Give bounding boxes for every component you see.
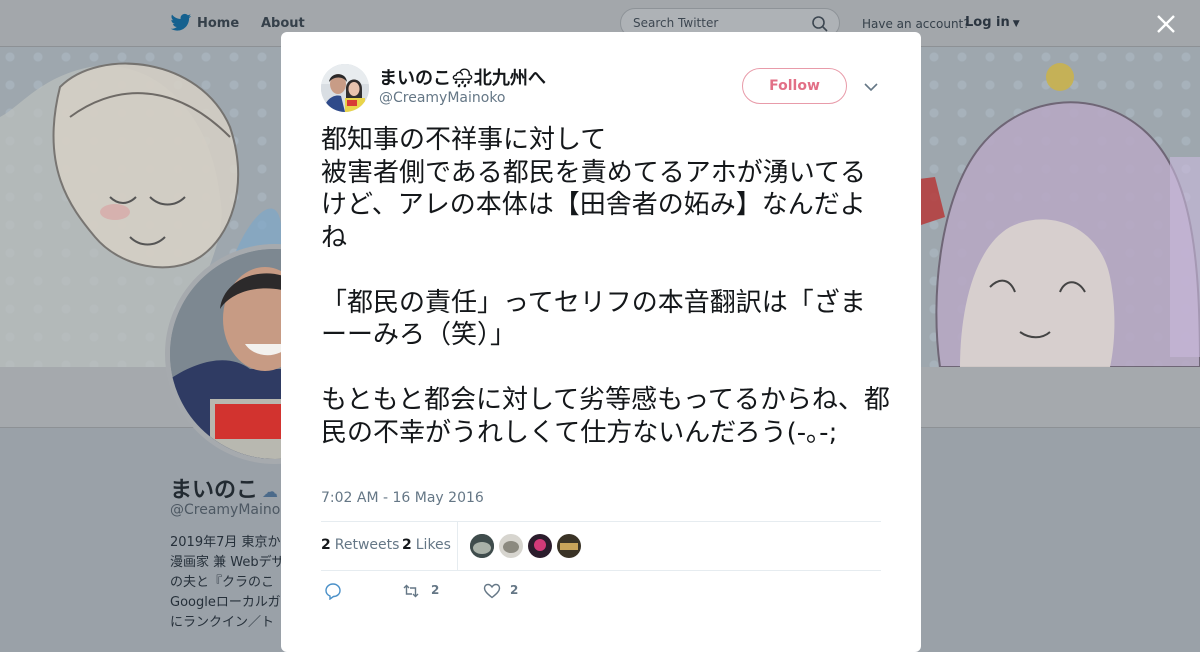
reply-icon[interactable] — [324, 582, 342, 600]
login-label: Log in — [965, 15, 1010, 30]
caret-down-icon: ▼ — [1012, 19, 1020, 29]
search-icon[interactable] — [811, 15, 829, 33]
account-prompt: Have an account? — [862, 17, 970, 31]
author-handle[interactable]: @CreamyMainoko — [379, 90, 506, 106]
search-placeholder: Search Twitter — [633, 16, 719, 30]
twitter-bird-icon[interactable] — [170, 13, 192, 33]
liker-avatar[interactable] — [470, 534, 494, 558]
liker-avatar[interactable] — [528, 534, 552, 558]
login-link[interactable]: Log in ▼ — [965, 15, 1020, 30]
retweet-icon[interactable] — [402, 582, 420, 600]
like-count: 2 — [510, 583, 519, 597]
heart-icon[interactable] — [483, 582, 501, 600]
tweet-paragraph: 「都民の責任」ってセリフの本音翻訳は「ざまーーみろ（笑）」 — [321, 287, 866, 351]
likes-label: Likes — [415, 537, 451, 553]
retweet-count: 2 — [431, 583, 440, 597]
author-name[interactable]: まいのこ🌧北九州へ — [379, 64, 546, 90]
bio-line: の夫と『クラのこ — [170, 575, 275, 590]
tweet-text: 都知事の不祥事に対して 被害者側である都民を責めてるアホが湧いてるけど、アレの本… — [321, 124, 891, 449]
tweet-modal: まいのこ🌧北九州へ @CreamyMainoko Follow 都知事の不祥事に… — [281, 32, 921, 652]
tweet-paragraph: 都知事の不祥事に対して 被害者側である都民を責めてるアホが湧いてるけど、アレの本… — [321, 125, 866, 253]
profile-bio: 2019年7月 東京か 漫画家 兼 Webデザ の夫と『クラのこ Googleロ… — [170, 533, 285, 633]
likes-count: 2 — [402, 537, 412, 553]
retweets-count: 2 — [321, 537, 331, 553]
close-icon[interactable] — [1155, 13, 1177, 35]
tweet-actions: 2 2 — [321, 580, 621, 604]
profile-name: まいのこ ☁ — [170, 478, 279, 503]
tweet-stats: 2 Retweets 2 Likes — [321, 521, 881, 571]
nav-about[interactable]: About — [261, 16, 305, 31]
nav-home[interactable]: Home — [197, 16, 239, 31]
profile-handle[interactable]: @CreamyMainoko — [170, 502, 297, 518]
bio-line: Googleローカルガ — [170, 595, 281, 610]
tweet-paragraph: もともと都会に対して劣等感もってるからね、都民の不幸がうれしくて仕方ないんだろう… — [321, 385, 890, 448]
chevron-down-icon[interactable] — [863, 79, 879, 95]
liker-avatar[interactable] — [557, 534, 581, 558]
likes-stat[interactable]: 2 Likes — [402, 537, 451, 553]
stats-divider — [457, 522, 458, 570]
retweets-label: Retweets — [334, 537, 400, 553]
retweets-stat[interactable]: 2 Retweets — [321, 537, 399, 553]
follow-button[interactable]: Follow — [742, 68, 847, 104]
bio-line: 2019年7月 東京か — [170, 535, 281, 550]
tweet-timestamp[interactable]: 7:02 AM - 16 May 2016 — [321, 490, 484, 506]
bio-line: 漫画家 兼 Webデザ — [170, 555, 285, 570]
liker-avatar[interactable] — [499, 534, 523, 558]
author-avatar[interactable] — [321, 64, 369, 112]
bio-line: にランクイン／ト — [170, 615, 275, 630]
rain-cloud-icon: ☁ — [262, 482, 279, 501]
